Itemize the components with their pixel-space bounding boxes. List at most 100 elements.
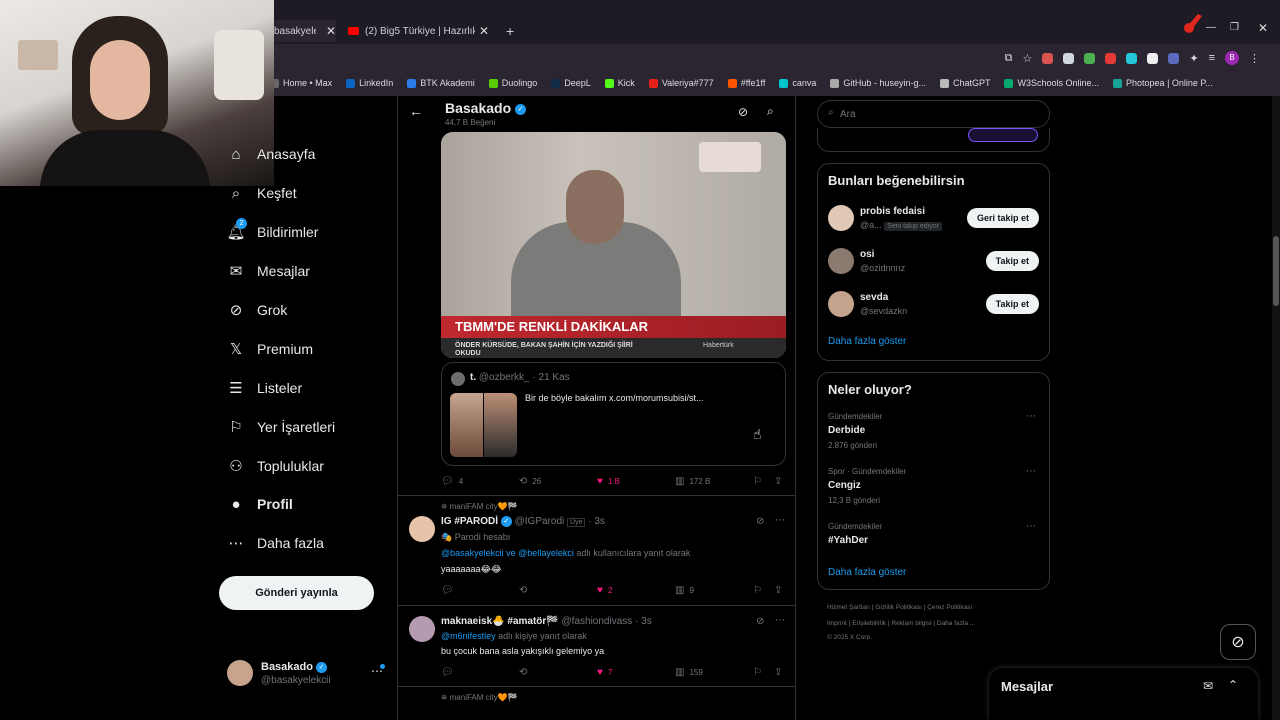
- reply-button[interactable]: 💬︎ 4: [441, 476, 463, 487]
- follow-suggestion[interactable]: probis fedaisi @a... Seni takip ediyor Ger…: [818, 204, 1049, 240]
- sidebar-item-profil[interactable]: ● Profil: [227, 495, 292, 513]
- bookmark-item[interactable]: ChatGPT: [939, 78, 990, 88]
- puzzle-icon[interactable]: ✦: [1189, 52, 1198, 65]
- grok-icon[interactable]: ⊘: [756, 616, 764, 627]
- trend-item[interactable]: Gündemdekiler #YahDer ⋯: [818, 521, 1049, 569]
- extension-icon[interactable]: [1042, 52, 1054, 64]
- extension-icon[interactable]: [1168, 52, 1180, 64]
- more-icon[interactable]: ⋯: [775, 515, 785, 526]
- bookmark-button[interactable]: ⚐: [753, 667, 767, 678]
- close-window-icon[interactable]: ✕: [1258, 21, 1268, 35]
- bookmark-item[interactable]: Duolingo: [488, 78, 537, 88]
- bookmark-item[interactable]: Valeriya#777: [648, 78, 714, 88]
- star-icon[interactable]: ☆: [1022, 52, 1032, 65]
- like-button[interactable]: ♥ 7: [597, 667, 612, 678]
- sidebar-item-keşfet[interactable]: ⌕ Keşfet: [227, 184, 297, 202]
- sidebar-item-mesajlar[interactable]: ✉ Mesajlar: [227, 262, 310, 280]
- new-tab-button[interactable]: +: [506, 20, 514, 42]
- follow-button[interactable]: Takip et: [985, 294, 1039, 314]
- sidebar-item-anasayfa[interactable]: ⌂ Anasayfa: [227, 145, 315, 163]
- follow-button[interactable]: Takip et: [985, 251, 1039, 271]
- bookmark-item[interactable]: BTK Akademi: [407, 78, 475, 88]
- maximize-icon[interactable]: ❐: [1230, 22, 1239, 33]
- browser-tab-active[interactable]: basakyelekcii) / ✕: [274, 20, 336, 42]
- footer-link[interactable]: Gizlilik Politikası: [875, 604, 922, 611]
- install-icon[interactable]: ⧉: [1005, 52, 1013, 65]
- extension-icon[interactable]: [1063, 52, 1075, 64]
- sidebar-item-bildirimler[interactable]: 🔔︎ 2 Bildirimler: [226, 218, 318, 241]
- views-button[interactable]: ▥ 172 B: [675, 476, 710, 487]
- trend-item[interactable]: Gündemdekiler Derbide 2.876 gönderi ⋯: [818, 411, 1049, 459]
- bookmark-item[interactable]: Photopea | Online P...: [1113, 78, 1213, 88]
- more-icon[interactable]: ⋯: [1026, 521, 1036, 532]
- back-arrow-icon[interactable]: ←: [409, 103, 423, 119]
- grok-icon[interactable]: ⊘: [738, 105, 748, 119]
- browser-tab[interactable]: (2) Big5 Türkiye | Hazırlık Sezon ✕: [348, 20, 494, 42]
- share-button[interactable]: ⇪: [774, 585, 787, 596]
- more-icon[interactable]: ⋯: [775, 615, 785, 626]
- footer-link[interactable]: Reklam bilgisi: [891, 620, 931, 627]
- bookmark-item[interactable]: Kick: [604, 78, 635, 88]
- footer-link[interactable]: Erişilebilirlik: [852, 620, 886, 627]
- footer-link[interactable]: Hizmet Şartları: [827, 604, 870, 611]
- follow-suggestion[interactable]: sevda @sevdazkn Takip et: [818, 290, 1049, 326]
- reply-button[interactable]: 💬︎: [441, 585, 459, 596]
- follow-button[interactable]: Geri takip et: [966, 208, 1039, 228]
- close-icon[interactable]: ✕: [479, 24, 489, 38]
- bookmark-item[interactable]: GitHub - huseyin-g...: [830, 78, 926, 88]
- follow-suggestion[interactable]: osi @ozidnnnz Takip et: [818, 247, 1049, 283]
- share-button[interactable]: ⇪: [774, 667, 787, 678]
- grok-floating-button[interactable]: ⊘: [1220, 624, 1256, 660]
- scrollbar[interactable]: [1272, 96, 1280, 720]
- reply-tweet[interactable]: maknaeisk🐣 #amatör🏁 @fashiondivass · 3s …: [398, 606, 795, 686]
- footer-link[interactable]: Daha fazla ...: [937, 620, 975, 627]
- footer-link[interactable]: Çerez Politikası: [927, 604, 972, 611]
- extension-icon[interactable]: [1105, 52, 1117, 64]
- bookmark-item[interactable]: DeepL: [551, 78, 591, 88]
- more-icon[interactable]: ⋯: [1026, 466, 1036, 477]
- menu-icon[interactable]: ⋮: [1249, 52, 1260, 65]
- sidebar-item-listeler[interactable]: ☰ Listeler: [227, 379, 302, 397]
- views-button[interactable]: ▥ 9: [675, 585, 694, 596]
- repost-button[interactable]: ⟲ 26: [519, 476, 541, 487]
- sidebar-item-daha-fazla[interactable]: ⋯ Daha fazla: [227, 534, 324, 552]
- trend-item[interactable]: Spor · Gündemdekiler Cengiz 12,3 B gönderi…: [818, 466, 1049, 514]
- grok-icon[interactable]: ⊘: [756, 516, 764, 527]
- repost-button[interactable]: ⟲: [519, 667, 532, 678]
- bookmark-button[interactable]: ⚐: [753, 476, 767, 487]
- minimize-icon[interactable]: —: [1206, 22, 1216, 33]
- post-button[interactable]: Gönderi yayınla: [219, 576, 374, 610]
- bookmark-item[interactable]: LinkedIn: [346, 78, 393, 88]
- repost-button[interactable]: ⟲: [519, 585, 532, 596]
- sidebar-item-premium[interactable]: 𝕏 Premium: [227, 340, 313, 358]
- bookmark-item[interactable]: Home • Max: [270, 78, 332, 88]
- bookmark-item[interactable]: canva: [779, 78, 816, 88]
- reply-button[interactable]: 💬︎: [441, 667, 459, 678]
- sidebar-item-topluluklar[interactable]: ⚇ Topluluklar: [227, 457, 324, 475]
- expand-icon[interactable]: ⌃: [1228, 678, 1238, 692]
- footer-link[interactable]: Imprint: [827, 620, 847, 627]
- quote-tweet[interactable]: t. @ozberkk_ · 21 Kas Bir de böyle bakal…: [441, 362, 786, 466]
- bookmark-item[interactable]: #ffe1ff: [727, 78, 765, 88]
- reply-tweet[interactable]: ⛯ maniFAM city🧡🏁 IG #PARODİ ✓ @IGParodi …: [398, 496, 795, 604]
- sidebar-item-grok[interactable]: ⊘ Grok: [227, 301, 288, 319]
- show-more-link[interactable]: Daha fazla göster: [828, 336, 906, 347]
- messages-drawer[interactable]: Mesajlar ✉ ⌃: [989, 668, 1258, 720]
- extension-icon[interactable]: [1126, 52, 1138, 64]
- account-switcher[interactable]: Basakado ✓ @basakyelekcii ⋯: [227, 660, 391, 690]
- bookmark-item[interactable]: W3Schools Online...: [1004, 78, 1099, 88]
- new-message-icon[interactable]: ✉: [1203, 679, 1213, 693]
- media-icon[interactable]: ≡: [1209, 52, 1215, 64]
- like-button[interactable]: ♥ 1 B: [597, 476, 620, 487]
- like-button[interactable]: ♥ 2: [597, 585, 612, 596]
- more-icon[interactable]: ⋯: [1026, 411, 1036, 422]
- bookmark-button[interactable]: ⚐: [753, 585, 767, 596]
- extension-icon[interactable]: [1147, 52, 1159, 64]
- video-player[interactable]: TBMM'DE RENKLİ DAKİKALAR ÖNDER KÜRSÜDE, …: [441, 132, 786, 358]
- scrollbar-thumb[interactable]: [1273, 236, 1279, 306]
- search-box[interactable]: ⌕ Ara: [817, 100, 1050, 128]
- profile-avatar[interactable]: B: [1225, 51, 1239, 65]
- share-button[interactable]: ⇪: [774, 476, 787, 487]
- sidebar-item-yer-i-şaretleri[interactable]: ⚐ Yer İşaretleri: [227, 418, 335, 436]
- extension-icon[interactable]: [1084, 52, 1096, 64]
